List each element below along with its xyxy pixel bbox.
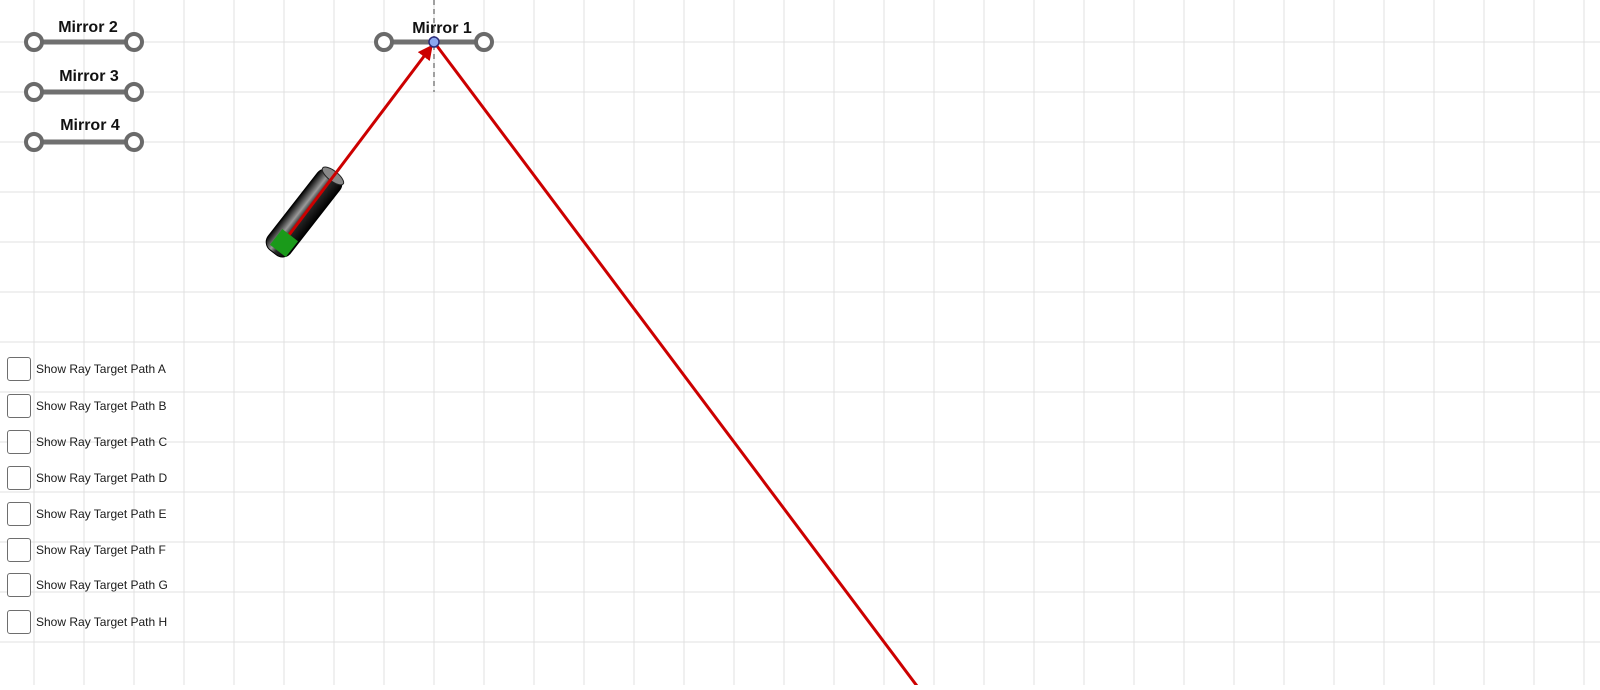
mirror-1-label: Mirror 1 (412, 20, 472, 37)
mirror-2-label: Mirror 2 (58, 19, 118, 36)
checkbox-label: Show Ray Target Path F (36, 543, 166, 557)
checkbox-path-g[interactable]: Show Ray Target Path G (7, 572, 168, 598)
checkbox-icon[interactable] (7, 538, 31, 562)
checkbox-path-b[interactable]: Show Ray Target Path B (7, 393, 167, 419)
incident-ray (281, 44, 433, 244)
mirror-handle-icon[interactable] (124, 32, 144, 52)
mirror-handle-icon[interactable] (374, 32, 394, 52)
mirror-handle-icon[interactable] (474, 32, 494, 52)
checkbox-icon[interactable] (7, 573, 31, 597)
reflection-point-icon[interactable] (428, 36, 440, 48)
checkbox-icon[interactable] (7, 357, 31, 381)
mirror-handle-icon[interactable] (124, 82, 144, 102)
checkbox-icon[interactable] (7, 610, 31, 634)
checkbox-label: Show Ray Target Path E (36, 507, 167, 521)
checkbox-label: Show Ray Target Path D (36, 471, 168, 485)
checkbox-label: Show Ray Target Path C (36, 435, 168, 449)
mirror-4-label: Mirror 4 (60, 117, 120, 134)
mirror-handle-icon[interactable] (24, 82, 44, 102)
checkbox-icon[interactable] (7, 466, 31, 490)
canvas-area[interactable]: Mirror 1 Mirror 2 Mirror 3 Mirror 4 Show… (0, 0, 1600, 687)
checkbox-path-c[interactable]: Show Ray Target Path C (7, 429, 167, 455)
checkbox-icon[interactable] (7, 394, 31, 418)
checkbox-label: Show Ray Target Path G (36, 578, 168, 592)
checkbox-path-e[interactable]: Show Ray Target Path E (7, 501, 167, 527)
checkbox-path-f[interactable]: Show Ray Target Path F (7, 537, 166, 563)
checkbox-path-a[interactable]: Show Ray Target Path A (7, 356, 166, 382)
mirror-handle-icon[interactable] (24, 32, 44, 52)
reflected-ray (432, 41, 919, 687)
checkbox-path-d[interactable]: Show Ray Target Path D (7, 465, 167, 491)
mirror-3-label: Mirror 3 (59, 68, 119, 85)
checkbox-icon[interactable] (7, 502, 31, 526)
checkbox-path-h[interactable]: Show Ray Target Path H (7, 609, 167, 635)
checkbox-label: Show Ray Target Path H (36, 615, 168, 629)
mirror-handle-icon[interactable] (124, 132, 144, 152)
checkbox-icon[interactable] (7, 430, 31, 454)
optics-scene[interactable]: Mirror 1 Mirror 2 Mirror 3 Mirror 4 (0, 0, 1600, 687)
checkbox-label: Show Ray Target Path B (36, 399, 167, 413)
checkbox-label: Show Ray Target Path A (36, 362, 166, 376)
mirror-handle-icon[interactable] (24, 132, 44, 152)
background-grid (0, 0, 1600, 685)
